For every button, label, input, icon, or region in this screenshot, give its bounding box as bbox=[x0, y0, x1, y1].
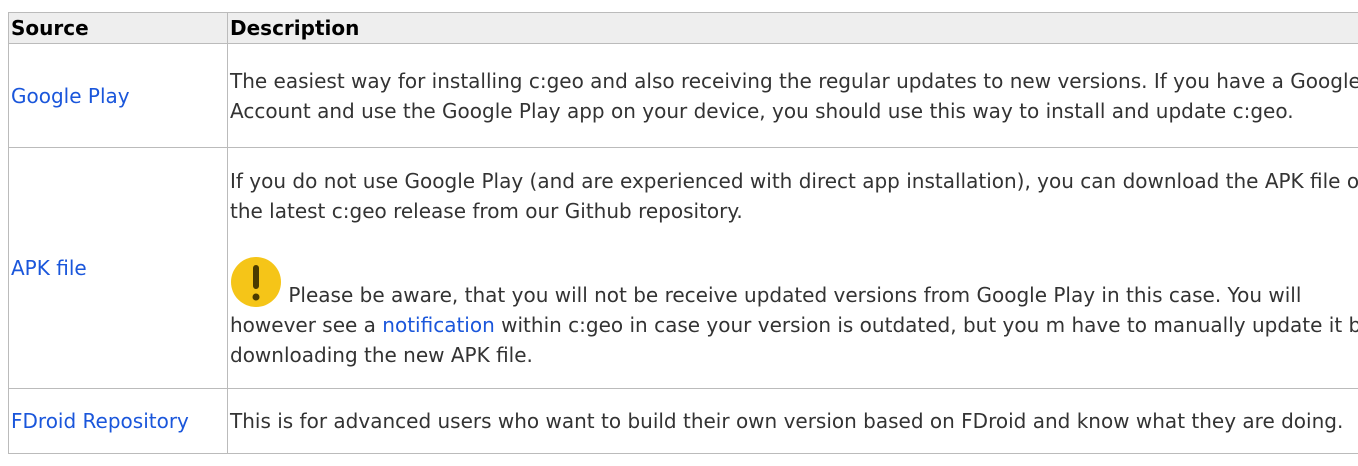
description-cell: If you do not use Google Play (and are e… bbox=[227, 147, 1358, 389]
fdroid-repository-link[interactable]: FDroid Repository bbox=[11, 409, 189, 433]
apk-warning-note: Please be aware, that you will not be re… bbox=[230, 256, 1358, 370]
table-header-row: Source Description bbox=[8, 12, 1358, 44]
source-cell: FDroid Repository bbox=[8, 388, 228, 454]
google-play-link[interactable]: Google Play bbox=[11, 84, 130, 108]
column-header-source: Source bbox=[8, 12, 228, 44]
notification-link[interactable]: notification bbox=[382, 313, 494, 337]
apk-description-paragraph: If you do not use Google Play (and are e… bbox=[230, 169, 1358, 223]
description-cell: The easiest way for installing c:geo and… bbox=[227, 43, 1358, 148]
exclamation-warning-icon bbox=[231, 257, 281, 307]
table-row: Google Play The easiest way for installi… bbox=[8, 43, 1358, 148]
description-cell: This is for advanced users who want to b… bbox=[227, 388, 1358, 454]
download-sources-table: Source Description Google Play The easie… bbox=[8, 12, 1358, 454]
source-cell: APK file bbox=[8, 147, 228, 389]
column-header-description: Description bbox=[227, 12, 1358, 44]
table-row: APK file If you do not use Google Play (… bbox=[8, 147, 1358, 389]
table-row: FDroid Repository This is for advanced u… bbox=[8, 388, 1358, 454]
source-cell: Google Play bbox=[8, 43, 228, 148]
apk-file-link[interactable]: APK file bbox=[11, 256, 87, 280]
page: Source Description Google Play The easie… bbox=[0, 0, 1358, 466]
